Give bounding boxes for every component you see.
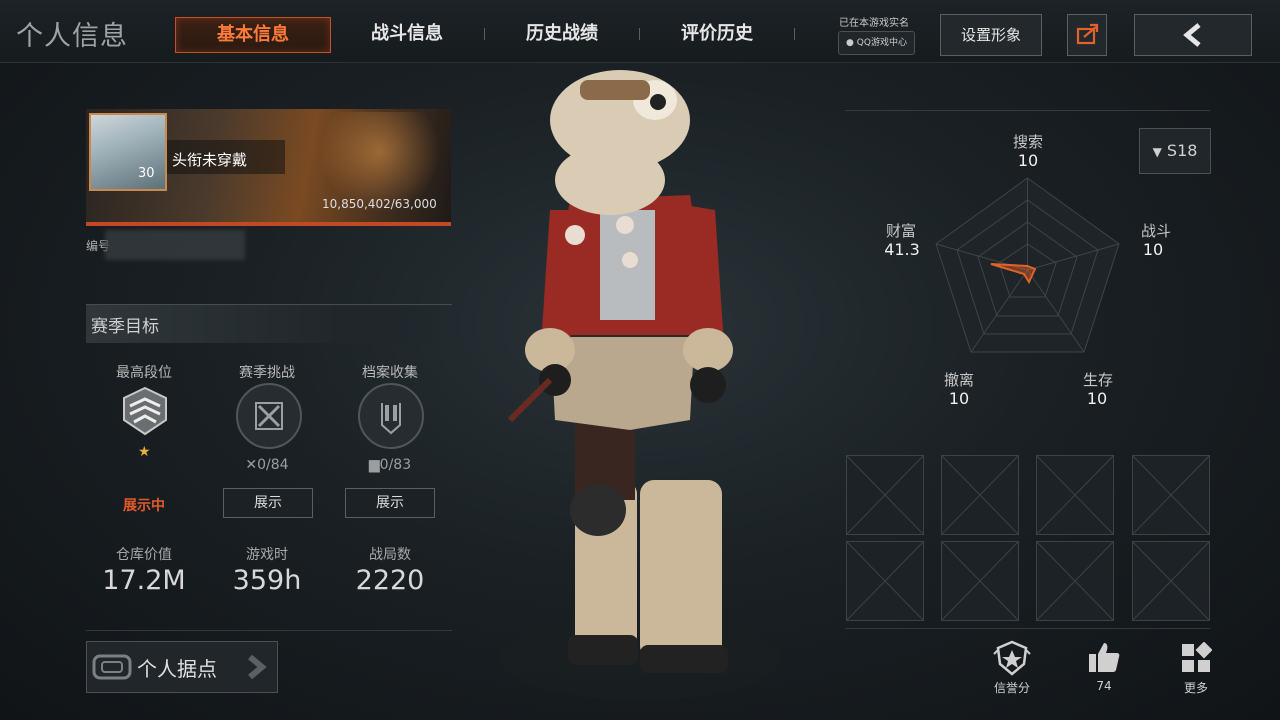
goal-label-archive: 档案收集 <box>362 365 418 381</box>
radar-value-search: 10 <box>1017 151 1039 170</box>
collection-slot[interactable] <box>846 541 924 621</box>
personal-base-label: 个人据点 <box>137 657 217 681</box>
qq-center-badge[interactable]: ● QQ游戏中心 <box>838 31 915 55</box>
empty-slot-icon <box>847 456 923 534</box>
radar-value-survival: 10 <box>1086 389 1108 408</box>
chevron-left-icon <box>1183 23 1201 47</box>
avatar-level: 30 <box>138 166 155 181</box>
like-count: 74 <box>1096 679 1112 693</box>
empty-slot-icon <box>942 456 1018 534</box>
archive-count: ▆0/83 <box>330 457 450 473</box>
empty-slot-icon <box>1037 542 1113 620</box>
rank-star-icon: ★ <box>138 444 151 460</box>
crossed-swords-icon <box>255 402 283 430</box>
set-avatar-button[interactable]: 设置形象 <box>940 14 1042 56</box>
archive-goal-icon <box>358 383 424 449</box>
thumbs-up-icon <box>1089 643 1120 672</box>
radar-value-extract: 10 <box>948 389 970 408</box>
grid-icon <box>1182 642 1212 672</box>
character-model[interactable] <box>480 60 810 720</box>
experience-text: 10,850,402/63,000 <box>322 197 437 211</box>
more-button[interactable]: 更多 <box>1166 638 1226 700</box>
player-id-redacted <box>105 230 245 260</box>
empty-slot-icon <box>942 542 1018 620</box>
divider <box>86 630 452 631</box>
collection-slot[interactable] <box>941 541 1019 621</box>
collection-slot[interactable] <box>1036 455 1114 535</box>
season-select-label: S18 <box>1166 141 1198 160</box>
share-button[interactable] <box>1067 14 1107 56</box>
tab-basic-info[interactable]: 基本信息 <box>175 17 331 53</box>
base-icon <box>92 654 132 680</box>
radar-label-combat: 战斗 <box>1140 222 1171 240</box>
goal-label-challenge: 赛季挑战 <box>239 365 295 381</box>
triangle-down-icon: ▼ <box>1152 145 1162 159</box>
radar-value-combat: 10 <box>1142 240 1164 259</box>
stat-value-warehouse: 17.2M <box>102 565 186 596</box>
collection-slot[interactable] <box>846 455 924 535</box>
back-button[interactable] <box>1134 14 1252 56</box>
radar-chart <box>935 177 1120 353</box>
qq-badge-label: QQ游戏中心 <box>856 38 907 48</box>
share-icon <box>1076 23 1099 45</box>
collection-slot[interactable] <box>1132 455 1210 535</box>
title-label: 头衔未穿戴 <box>172 151 248 169</box>
like-button[interactable]: 74 <box>1074 638 1134 700</box>
empty-slot-icon <box>1133 542 1209 620</box>
page-title: 个人信息 <box>16 21 128 52</box>
tab-history-record[interactable]: 历史战绩 <box>485 17 639 51</box>
credit-score-button[interactable]: 信誉分 <box>982 638 1042 700</box>
realname-status: 已在本游戏实名 <box>839 18 909 29</box>
stat-label-warehouse: 仓库价值 <box>116 547 172 563</box>
show-archive-button[interactable]: 展示 <box>345 488 435 518</box>
archive-count-value: 0/83 <box>379 457 412 473</box>
challenge-goal-icon <box>236 383 302 449</box>
avatar[interactable] <box>89 113 167 191</box>
stat-label-matches: 战局数 <box>369 547 411 563</box>
tab-separator <box>794 28 795 40</box>
collection-slot[interactable] <box>941 455 1019 535</box>
stat-label-playtime: 游戏时 <box>246 547 288 563</box>
qq-icon: ● <box>846 38 854 48</box>
divider <box>845 628 1210 629</box>
tab-review-history[interactable]: 评价历史 <box>640 17 794 51</box>
experience-bar <box>86 222 451 226</box>
rank-badge-icon <box>123 386 167 436</box>
radar-label-survival: 生存 <box>1082 371 1113 389</box>
show-challenge-button[interactable]: 展示 <box>223 488 313 518</box>
empty-slot-icon <box>1037 456 1113 534</box>
collection-slot[interactable] <box>1036 541 1114 621</box>
more-label: 更多 <box>1183 681 1208 695</box>
challenge-count-value: 0/84 <box>257 457 289 473</box>
challenge-count: ✕0/84 <box>207 457 327 473</box>
stat-value-matches: 2220 <box>355 565 425 596</box>
folder-small-icon: ▆ <box>368 457 380 473</box>
chevron-right-icon <box>248 654 267 680</box>
archive-icon <box>381 403 401 435</box>
radar-label-wealth: 财富 <box>885 222 916 240</box>
empty-slot-icon <box>1133 456 1209 534</box>
swords-small-icon: ✕ <box>245 457 258 473</box>
goal-label-rank: 最高段位 <box>116 365 172 381</box>
season-select[interactable]: ▼ S18 <box>1139 128 1211 174</box>
season-goal-title: 赛季目标 <box>91 317 159 337</box>
radar-value-wealth: 41.3 <box>884 240 920 259</box>
collection-slot[interactable] <box>1132 541 1210 621</box>
credit-score-label: 信誉分 <box>993 681 1030 695</box>
radar-label-search: 搜索 <box>1012 133 1043 151</box>
radar-label-extract: 撤离 <box>943 371 974 389</box>
divider <box>845 110 1210 111</box>
tab-battle-info[interactable]: 战斗信息 <box>330 17 484 51</box>
empty-slot-icon <box>847 542 923 620</box>
stat-value-playtime: 359h <box>232 565 302 596</box>
shield-star-icon <box>993 640 1031 676</box>
rank-display-status: 展示中 <box>123 498 165 514</box>
